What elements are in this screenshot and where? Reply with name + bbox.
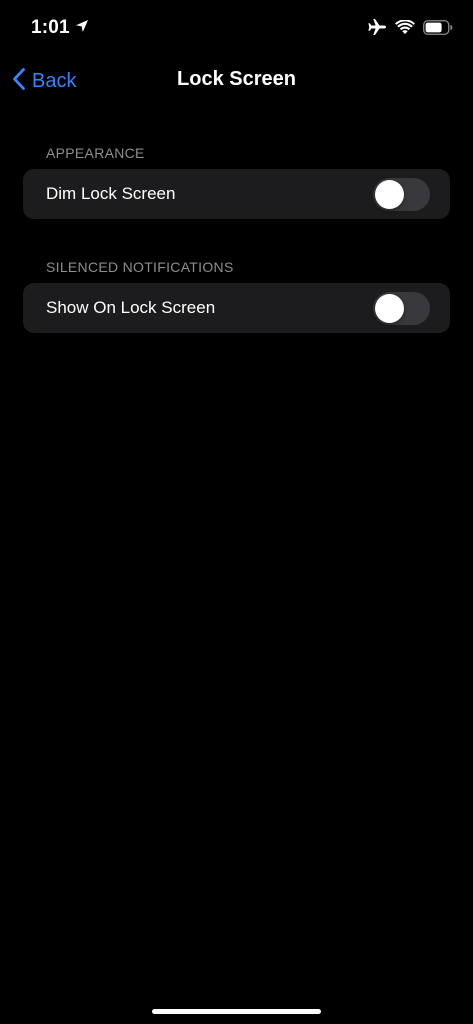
location-arrow-icon <box>75 19 89 38</box>
settings-group-silenced-notifications: Show On Lock Screen <box>23 283 450 333</box>
dim-lock-screen-toggle[interactable] <box>373 178 430 211</box>
toggle-knob <box>375 294 404 323</box>
page-title: Lock Screen <box>177 68 296 90</box>
section-header-silenced-notifications: SILENCED NOTIFICATIONS <box>46 259 234 275</box>
battery-icon <box>423 19 453 40</box>
status-time: 1:01 <box>31 17 70 38</box>
show-on-lock-screen-toggle[interactable] <box>373 292 430 325</box>
home-indicator[interactable] <box>152 1009 321 1014</box>
settings-group-appearance: Dim Lock Screen <box>23 169 450 219</box>
status-bar: 1:01 <box>0 0 473 56</box>
status-time-group: 1:01 <box>31 17 89 39</box>
status-icons <box>367 18 453 41</box>
wifi-icon <box>395 18 415 40</box>
show-on-lock-screen-label: Show On Lock Screen <box>46 298 216 317</box>
navigation-bar: Back Lock Screen <box>0 56 473 106</box>
toggle-knob <box>375 180 404 209</box>
airplane-icon <box>367 18 387 41</box>
section-header-appearance: APPEARANCE <box>46 145 145 161</box>
dim-lock-screen-label: Dim Lock Screen <box>46 184 176 203</box>
